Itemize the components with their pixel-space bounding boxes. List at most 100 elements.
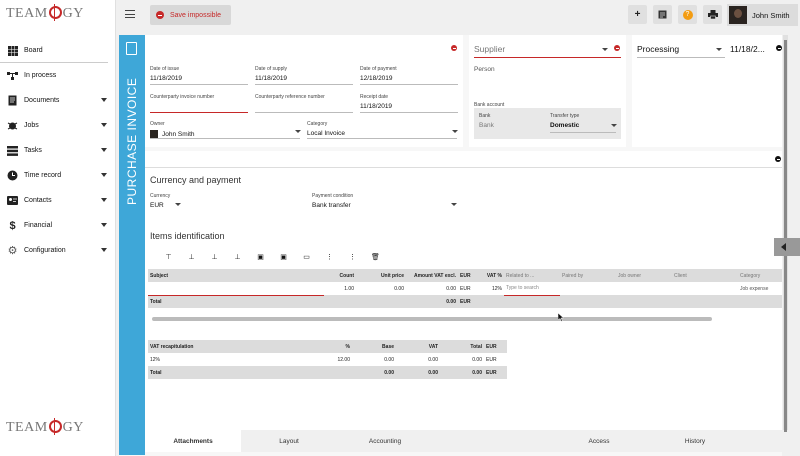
counterparty-invoice-number-field[interactable]: Counterparty invoice number [150, 94, 248, 100]
save-button-label: Save impossible [170, 11, 221, 19]
sidebar-item-jobs[interactable]: Jobs [0, 113, 116, 138]
horizontal-scrollbar[interactable] [152, 317, 712, 321]
sidebar-item-tasks[interactable]: Tasks [0, 138, 116, 163]
currency-field[interactable]: Currency EUR [150, 193, 186, 209]
date-of-supply-field[interactable]: Date of supply 11/18/2019 [255, 66, 353, 82]
bottom-tabs: Attachments Layout Accounting Access His… [145, 430, 782, 452]
vat-cell[interactable]: 12% [480, 282, 504, 295]
teamogy-logo[interactable]: TEAM GY [6, 4, 84, 22]
currency-cell: EUR [460, 285, 471, 292]
chevron-down-icon [101, 223, 107, 227]
sidebar: TEAM GY Board In process Documents Jobs … [0, 0, 116, 456]
field-label: Counterparty reference number [255, 94, 325, 100]
sidebar-item-financial[interactable]: $ Financial [0, 213, 116, 238]
client-cell[interactable] [672, 282, 738, 295]
user-menu[interactable]: John Smith [727, 4, 798, 26]
counterparty-reference-number-field[interactable]: Counterparty reference number [255, 94, 353, 100]
date-of-payment-field[interactable]: Date of payment 12/18/2019 [360, 66, 458, 82]
dropdown-arrow-icon[interactable] [452, 130, 458, 133]
table-row[interactable]: 1.00 0.00 0.00 EUR 12% Type to search Jo… [148, 282, 782, 296]
remove-icon[interactable] [776, 45, 782, 51]
more-vertical-icon[interactable]: ⋮ [318, 253, 341, 261]
add-row-below-icon[interactable]: ⊥ [203, 253, 226, 261]
sidebar-item-contacts[interactable]: Contacts [0, 188, 116, 213]
tab-accounting[interactable]: Accounting [337, 430, 433, 452]
picture-icon[interactable]: ▣ [272, 253, 295, 261]
payment-condition-field[interactable]: Payment condition Bank transfer [312, 193, 460, 209]
supplier-select[interactable]: Supplier [474, 44, 505, 54]
hamburger-menu-icon[interactable] [125, 10, 135, 18]
tab-history[interactable]: History [647, 430, 743, 452]
remove-icon[interactable] [451, 45, 457, 51]
tab-attachments[interactable]: Attachments [145, 430, 241, 452]
bank-field[interactable]: Bank [479, 122, 494, 129]
dropdown-arrow-icon[interactable] [295, 130, 301, 133]
add-button[interactable]: + [628, 5, 647, 24]
category-cell[interactable]: Job expense [738, 282, 782, 295]
user-name: John Smith [752, 10, 790, 20]
dropdown-arrow-icon[interactable] [602, 48, 608, 51]
total-currency: EUR [486, 369, 497, 376]
dropdown-arrow-icon[interactable] [451, 203, 457, 206]
add-ten-rows-icon[interactable]: ⊥ [226, 253, 249, 261]
unit-price-cell[interactable]: 0.00 [356, 282, 406, 295]
items-table: Subject Count Unit price Amount VAT excl… [148, 269, 782, 308]
add-row-above-icon[interactable]: ⊤ [157, 253, 180, 261]
status-date[interactable]: 11/18/2... [730, 44, 765, 54]
mouse-cursor [557, 312, 565, 324]
more-options-icon[interactable]: ⋮ [341, 253, 364, 261]
sidebar-item-label: Tasks [24, 147, 42, 154]
sidebar-item-board[interactable]: Board [0, 38, 116, 63]
save-button[interactable]: Save impossible [150, 5, 231, 25]
count-cell[interactable]: 1.00 [324, 282, 356, 295]
owner-field[interactable]: Owner John Smith [150, 121, 300, 138]
job-owner-cell[interactable] [616, 282, 672, 295]
sidebar-item-time-record[interactable]: Time record [0, 163, 116, 188]
field-value: 11/18/2019 [150, 75, 183, 82]
status-select[interactable]: Processing [637, 44, 679, 54]
workflow-icon [7, 70, 18, 81]
subject-cell[interactable] [148, 282, 324, 296]
trash-icon[interactable]: 🗑 [364, 253, 387, 261]
plus-icon: + [634, 9, 641, 20]
table-header-row: VAT recapitulation % Base VAT Total EUR [148, 340, 507, 353]
chevron-down-icon [101, 198, 107, 202]
vat-recap-table: VAT recapitulation % Base VAT Total EUR … [148, 340, 507, 379]
scrollbar-thumb[interactable] [784, 40, 787, 432]
column-header: Category [740, 272, 761, 279]
related-search-input[interactable]: Type to search [504, 282, 560, 296]
dropdown-arrow-icon[interactable] [175, 203, 181, 206]
remove-icon[interactable] [614, 45, 620, 51]
tab-access[interactable]: Access [551, 430, 647, 452]
vat-icon[interactable]: ▭ [295, 253, 318, 261]
sidebar-item-in-process[interactable]: In process [0, 63, 116, 88]
underline [255, 112, 353, 113]
field-label: Currency [150, 193, 171, 199]
side-panel-toggle[interactable] [774, 238, 800, 256]
table-header-row: Subject Count Unit price Amount VAT excl… [148, 269, 782, 282]
receipt-date-field[interactable]: Receipt date 11/18/2019 [360, 94, 458, 110]
column-header: VAT recapitulation [150, 343, 194, 350]
print-button[interactable] [703, 5, 722, 24]
insert-row-icon[interactable]: ⊥ [180, 253, 203, 261]
sidebar-item-configuration[interactable]: ⚙ Configuration [0, 238, 116, 263]
sidebar-item-documents[interactable]: Documents [0, 88, 116, 113]
top-bar: Save impossible + ? John Smith [116, 0, 800, 31]
no-entry-icon [156, 11, 164, 19]
dropdown-arrow-icon[interactable] [716, 48, 722, 51]
total-vat: 0.00 [428, 369, 438, 376]
paired-by-cell[interactable] [560, 282, 616, 295]
notes-button[interactable] [653, 5, 672, 24]
person-field[interactable]: Person [474, 66, 495, 73]
tab-layout[interactable]: Layout [241, 430, 337, 452]
column-header: EUR [486, 343, 497, 350]
help-button[interactable]: ? [678, 5, 697, 24]
image-icon[interactable]: ▣ [249, 253, 272, 261]
remove-icon[interactable] [775, 156, 781, 162]
sidebar-item-label: Board [24, 47, 43, 54]
category-field[interactable]: Category Local Invoice [307, 121, 457, 137]
date-of-issue-field[interactable]: Date of issue 11/18/2019 [150, 66, 248, 82]
transfer-type-select[interactable]: Domestic [550, 122, 579, 129]
vertical-scrollbar[interactable] [783, 35, 788, 432]
dropdown-arrow-icon[interactable] [611, 124, 617, 127]
